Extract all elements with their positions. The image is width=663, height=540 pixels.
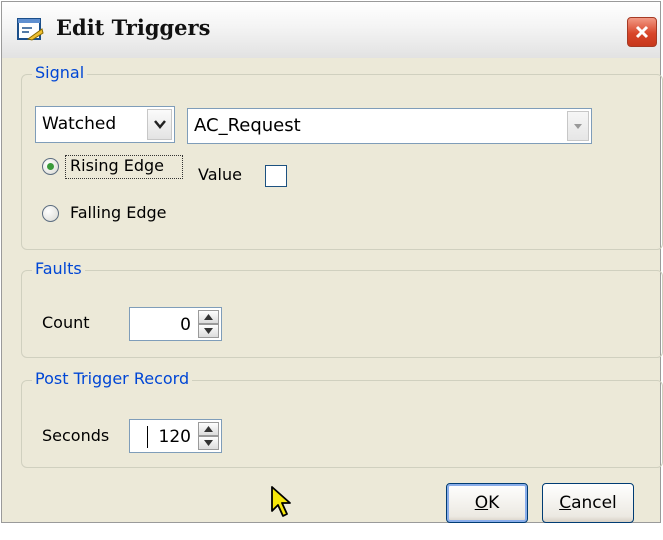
signal-select[interactable]: AC_Request — [187, 108, 592, 144]
seconds-increment-button[interactable] — [198, 422, 219, 436]
ok-label-rest: K — [488, 493, 500, 513]
count-value: 0 — [180, 315, 191, 335]
count-spin-buttons — [198, 310, 219, 338]
mouse-pointer-icon — [271, 486, 291, 517]
text-caret — [147, 426, 148, 448]
edit-triggers-dialog: Edit Triggers Signal Watched AC_Request — [1, 1, 663, 523]
seconds-decrement-button[interactable] — [198, 436, 219, 450]
cancel-button[interactable]: Cancel — [542, 483, 634, 523]
arrow-down-icon — [204, 328, 213, 334]
chevron-down-icon — [574, 123, 582, 129]
faults-group: Faults Count 0 — [21, 259, 663, 358]
arrow-up-icon — [204, 314, 213, 320]
count-label: Count — [42, 313, 90, 332]
rising-edge-radio[interactable] — [42, 158, 59, 175]
signal-group-label: Signal — [32, 63, 88, 82]
post-trigger-group-label: Post Trigger Record — [32, 369, 193, 388]
rising-edge-label[interactable]: Rising Edge — [70, 156, 164, 175]
ok-button[interactable]: OK — [446, 483, 528, 523]
count-decrement-button[interactable] — [198, 324, 219, 338]
post-trigger-group: Post Trigger Record Seconds 120 — [21, 369, 663, 468]
falling-edge-label[interactable]: Falling Edge — [70, 203, 167, 222]
arrow-down-icon — [204, 440, 213, 446]
value-checkbox[interactable] — [265, 165, 287, 187]
count-spinner[interactable]: 0 — [129, 307, 222, 341]
cancel-label-rest: ancel — [571, 493, 617, 513]
count-increment-button[interactable] — [198, 310, 219, 324]
close-icon — [635, 25, 649, 39]
signal-group: Signal Watched AC_Request Rising Edge Va… — [21, 63, 663, 250]
title-bar[interactable]: Edit Triggers — [2, 2, 660, 58]
edit-triggers-icon — [17, 18, 44, 41]
falling-edge-radio[interactable] — [42, 205, 59, 222]
dialog-title: Edit Triggers — [56, 15, 211, 40]
mode-select-value: Watched — [42, 114, 117, 134]
arrow-up-icon — [204, 426, 213, 432]
chevron-down-icon — [153, 120, 166, 129]
mode-select-dropdown-button[interactable] — [147, 109, 172, 140]
value-label: Value — [198, 165, 242, 184]
signal-select-dropdown-button[interactable] — [567, 111, 589, 141]
cancel-mnemonic: C — [559, 493, 572, 513]
signal-select-value: AC_Request — [194, 115, 301, 136]
close-button[interactable] — [627, 17, 657, 47]
faults-group-label: Faults — [32, 259, 85, 278]
ok-mnemonic: O — [474, 493, 489, 513]
seconds-value: 120 — [158, 427, 191, 447]
seconds-spin-buttons — [198, 422, 219, 450]
mode-select[interactable]: Watched — [35, 106, 175, 143]
seconds-label: Seconds — [42, 426, 110, 445]
seconds-spinner[interactable]: 120 — [129, 419, 222, 453]
radio-selected-dot — [47, 163, 54, 170]
